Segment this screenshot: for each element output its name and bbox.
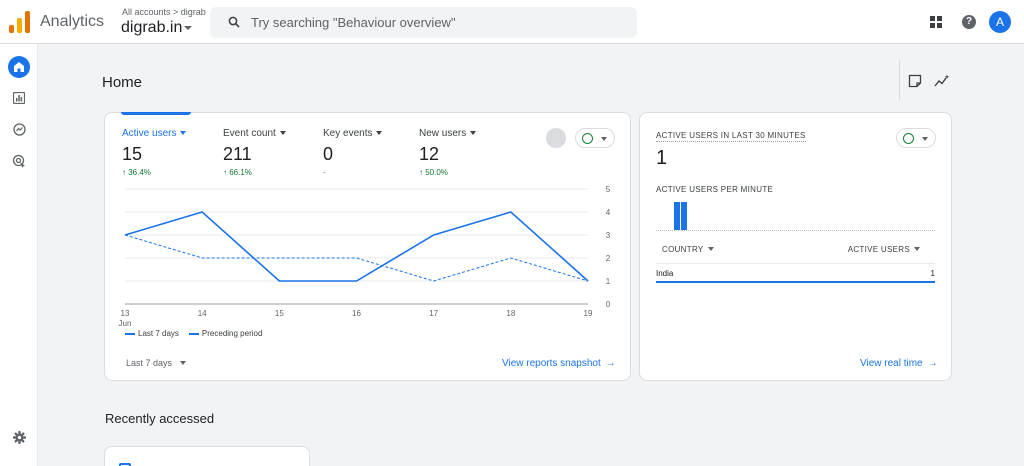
legend-swatch-dashed — [188, 332, 199, 335]
legend-swatch-solid — [125, 332, 135, 335]
analytics-logo-icon[interactable] — [9, 9, 31, 33]
avatar[interactable]: A — [989, 11, 1011, 33]
y-tick-label: 1 — [606, 277, 611, 286]
data-quality-button[interactable] — [896, 128, 936, 148]
date-range-label: Last 7 days — [126, 358, 173, 368]
settings-icon[interactable] — [8, 426, 30, 448]
y-tick-label: 5 — [606, 185, 611, 194]
x-tick-label: 14 — [198, 309, 207, 318]
country-cell: India — [656, 269, 674, 278]
search-input[interactable]: Try searching "Behaviour overview" — [251, 15, 456, 30]
link-label: View real time — [860, 358, 923, 369]
view-reports-snapshot-link[interactable]: View reports snapshot → — [502, 358, 616, 369]
header-divider — [899, 60, 900, 100]
arrow-right-icon: → — [605, 358, 616, 369]
x-tick-sublabel: Jun — [119, 319, 132, 328]
reports-icon[interactable] — [8, 87, 30, 109]
x-tick-label: 16 — [352, 309, 361, 318]
legend-label: Preceding period — [201, 329, 263, 338]
home-icon[interactable] — [8, 56, 30, 78]
column-label: COUNTRY — [662, 245, 704, 254]
realtime-title: ACTIVE USERS IN LAST 30 MINUTES — [656, 131, 806, 142]
line-chart: 0 1 2 3 4 5 13Jun 14 15 16 17 18 19 — [119, 185, 611, 328]
recently-accessed-title: Recently accessed — [105, 411, 215, 426]
column-header-active-users[interactable]: ACTIVE USERS — [848, 245, 920, 254]
y-tick-label: 4 — [606, 208, 611, 217]
y-tick-label: 0 — [606, 300, 611, 309]
advertising-icon[interactable] — [8, 150, 30, 172]
realtime-card: ACTIVE USERS IN LAST 30 MINUTES 1 ACTIVE… — [639, 112, 952, 381]
apps-grid-icon[interactable] — [930, 16, 942, 28]
help-icon[interactable]: ? — [962, 15, 976, 29]
y-tick-label: 2 — [606, 254, 611, 263]
chevron-down-icon[interactable] — [184, 26, 192, 30]
x-tick-label: 18 — [506, 309, 515, 318]
check-circle-icon — [903, 133, 914, 144]
table-row[interactable]: India 1 — [656, 263, 935, 283]
per-minute-bar-chart — [656, 199, 935, 231]
top-app-bar: Analytics All accounts > digrab digrab.i… — [0, 0, 1024, 44]
left-navigation-rail — [0, 44, 38, 466]
y-tick-label: 3 — [606, 231, 611, 240]
series-line-last-7-days — [124, 211, 589, 282]
per-minute-bar — [674, 202, 680, 230]
caret-down-icon — [707, 247, 714, 251]
notes-icon[interactable] — [908, 74, 922, 88]
link-label: View reports snapshot — [502, 358, 601, 369]
app-title: Analytics — [40, 13, 105, 30]
x-tick-label: 17 — [429, 309, 438, 318]
column-label: ACTIVE USERS — [847, 245, 910, 254]
per-minute-label: ACTIVE USERS PER MINUTE — [656, 185, 774, 194]
page-title: Home — [102, 74, 143, 91]
search-bar[interactable]: Try searching "Behaviour overview" — [210, 7, 637, 38]
column-header-country[interactable]: COUNTRY — [662, 245, 714, 254]
date-range-selector[interactable]: Last 7 days — [126, 358, 187, 368]
caret-down-icon — [922, 137, 928, 141]
x-tick-label: 15 — [275, 309, 284, 318]
recent-item-card[interactable] — [104, 446, 310, 466]
caret-down-icon — [180, 361, 187, 365]
view-real-time-link[interactable]: View real time → — [860, 358, 938, 369]
property-selector[interactable]: digrab.in — [121, 19, 182, 37]
search-icon — [228, 16, 240, 28]
overview-card: Active users 15 ↑ 36.4% Event count 211 … — [104, 112, 631, 381]
x-tick-label: 13 — [121, 309, 130, 318]
arrow-right-icon: → — [927, 358, 938, 369]
legend-label: Last 7 days — [138, 329, 179, 338]
realtime-value: 1 — [656, 147, 668, 169]
account-breadcrumb[interactable]: All accounts > digrab — [122, 7, 206, 17]
caret-down-icon — [914, 247, 920, 251]
x-tick-label: 19 — [584, 309, 593, 318]
chart-legend: Last 7 days Preceding period — [125, 329, 262, 338]
users-cell: 1 — [930, 269, 935, 278]
per-minute-bar — [681, 202, 687, 230]
insights-icon[interactable] — [934, 74, 950, 88]
explore-icon[interactable] — [8, 118, 30, 140]
